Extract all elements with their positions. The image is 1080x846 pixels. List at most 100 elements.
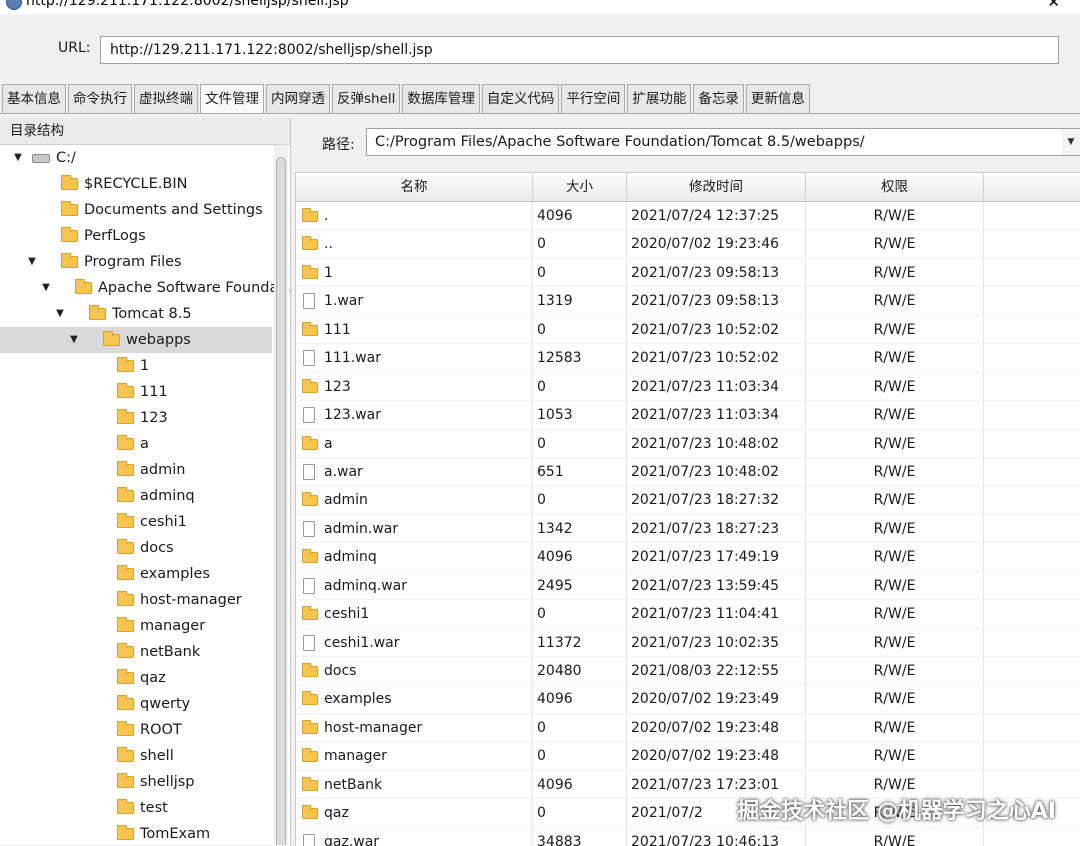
column-header-name[interactable]: 名称 <box>296 173 533 201</box>
path-combobox[interactable]: C:/Program Files/Apache Software Foundat… <box>366 128 1080 156</box>
tree-item[interactable]: a <box>0 431 290 457</box>
tree-item[interactable]: test <box>0 795 290 821</box>
tree-item[interactable]: PerfLogs <box>0 223 290 249</box>
table-row[interactable]: admin 0 2021/07/23 18:27:32 R/W/E <box>296 486 1080 515</box>
table-row[interactable]: 123 0 2021/07/23 11:03:34 R/W/E <box>296 372 1080 402</box>
tree-item[interactable]: ROOT <box>0 717 290 743</box>
table-row[interactable]: 1 0 2021/07/23 09:58:13 R/W/E <box>296 258 1080 288</box>
tree-item[interactable]: TomExam <box>0 821 290 845</box>
file-permission-cell: R/W/E <box>806 827 984 846</box>
tree-item[interactable]: qaz <box>0 665 290 691</box>
expand-arrow-icon[interactable]: ▼ <box>26 249 38 275</box>
tree-item[interactable]: ▼ Tomcat 8.5 <box>0 301 290 327</box>
drive-icon <box>32 154 50 163</box>
watermark: 掘金技术社区 @机器学习之心AI <box>737 799 1056 824</box>
table-row[interactable]: 123.war 1053 2021/07/23 11:03:34 R/W/E <box>296 401 1080 430</box>
tab-2[interactable]: 虚拟终端 <box>134 84 198 113</box>
window-title: http://129.211.171.122:8002/shelljsp/she… <box>26 0 349 9</box>
tree-scrollbar-thumb[interactable] <box>276 157 286 845</box>
tree-item[interactable]: docs <box>0 535 290 561</box>
expand-arrow-icon[interactable]: ▼ <box>68 327 80 353</box>
file-name-cell: . <box>296 202 533 230</box>
window-titlebar: http://129.211.171.122:8002/shelljsp/she… <box>0 0 1080 14</box>
table-row[interactable]: adminq.war 2495 2021/07/23 13:59:45 R/W/E <box>296 571 1080 601</box>
expand-arrow-icon[interactable]: ▼ <box>54 301 66 327</box>
tree-item[interactable]: shelljsp <box>0 769 290 795</box>
blank-cell <box>984 259 1080 287</box>
tab-3[interactable]: 文件管理 <box>200 84 264 114</box>
folder-icon <box>117 721 134 736</box>
tree-item[interactable]: ceshi1 <box>0 509 290 535</box>
table-row[interactable]: host-manager 0 2020/07/02 19:23:48 R/W/E <box>296 713 1080 743</box>
column-header-mtime[interactable]: 修改时间 <box>627 173 806 201</box>
table-row[interactable]: admin.war 1342 2021/07/23 18:27:23 R/W/E <box>296 514 1080 544</box>
file-size-cell: 2495 <box>533 571 627 600</box>
table-row[interactable]: examples 4096 2020/07/02 19:23:49 R/W/E <box>296 685 1080 714</box>
tab-9[interactable]: 扩展功能 <box>627 84 692 113</box>
tree-item[interactable]: host-manager <box>0 587 290 613</box>
tree-item[interactable]: examples <box>0 561 290 587</box>
tab-1[interactable]: 命令执行 <box>68 84 132 113</box>
tree-item-label: shelljsp <box>140 774 195 790</box>
table-row[interactable]: 111.war 12583 2021/07/23 10:52:02 R/W/E <box>296 344 1080 373</box>
file-mtime-cell: 2020/07/02 19:23:46 <box>627 230 806 259</box>
table-row[interactable]: ceshi1.war 11372 2021/07/23 10:02:35 R/W/E <box>296 628 1080 657</box>
tree-item[interactable]: qwerty <box>0 691 290 717</box>
tab-6[interactable]: 数据库管理 <box>402 84 480 113</box>
tree-item[interactable]: adminq <box>0 483 290 509</box>
tab-4[interactable]: 内网穿透 <box>266 84 330 113</box>
folder-icon <box>302 264 318 279</box>
table-row[interactable]: qaz.war 34883 2021/07/23 10:46:13 R/W/E <box>296 827 1080 846</box>
column-header-permission[interactable]: 权限 <box>806 173 984 201</box>
folder-icon <box>117 435 134 450</box>
column-header-size[interactable]: 大小 <box>533 173 627 201</box>
file-name-cell: adminq <box>296 543 533 572</box>
tree-item[interactable]: shell <box>0 743 290 769</box>
tree-item[interactable]: Documents and Settings <box>0 197 290 223</box>
file-icon <box>303 293 315 310</box>
tree-item[interactable]: 123 <box>0 405 290 431</box>
file-icon <box>303 407 315 424</box>
file-permission-cell: R/W/E <box>806 429 984 458</box>
tree-item[interactable]: manager <box>0 613 290 639</box>
tab-10[interactable]: 备忘录 <box>693 84 744 113</box>
tree-item[interactable]: $RECYCLE.BIN <box>0 171 290 197</box>
file-mtime-cell: 2020/07/02 19:23:48 <box>627 713 806 742</box>
file-name-cell: 111.war <box>296 344 533 373</box>
tree-item[interactable]: ▼ webapps <box>0 327 272 353</box>
table-row[interactable]: . 4096 2021/07/24 12:37:25 R/W/E <box>296 202 1080 231</box>
tab-8[interactable]: 平行空间 <box>561 84 626 113</box>
table-row[interactable]: 111 0 2021/07/23 10:52:02 R/W/E <box>296 315 1080 345</box>
expand-arrow-icon[interactable]: ▼ <box>40 275 52 301</box>
tree-item[interactable]: ▼ Program Files <box>0 249 290 275</box>
tree-scrollbar[interactable] <box>274 145 288 845</box>
tab-0[interactable]: 基本信息 <box>2 84 66 113</box>
table-row[interactable]: docs 20480 2021/08/03 22:12:55 R/W/E <box>296 657 1080 686</box>
blank-cell <box>984 458 1080 486</box>
url-input[interactable] <box>100 36 1059 64</box>
tree-item[interactable]: 1 <box>0 353 290 379</box>
tab-5[interactable]: 反弹shell <box>332 84 401 113</box>
table-row[interactable]: a 0 2021/07/23 10:48:02 R/W/E <box>296 429 1080 458</box>
table-row[interactable]: 1.war 1319 2021/07/23 09:58:13 R/W/E <box>296 287 1080 316</box>
tree-item[interactable]: 111 <box>0 379 290 405</box>
tree-item[interactable]: admin <box>0 457 290 483</box>
table-row[interactable]: a.war 651 2021/07/23 10:48:02 R/W/E <box>296 457 1080 487</box>
table-row[interactable]: ceshi1 0 2021/07/23 11:04:41 R/W/E <box>296 600 1080 629</box>
table-row[interactable]: adminq 4096 2021/07/23 17:49:19 R/W/E <box>296 543 1080 572</box>
blank-cell <box>984 629 1080 657</box>
chevron-down-icon[interactable]: ▼ <box>1062 129 1080 155</box>
tree-item-label: qaz <box>140 670 166 686</box>
file-name: a.war <box>324 463 363 480</box>
expand-arrow-icon[interactable]: ▼ <box>12 145 24 171</box>
table-row[interactable]: manager 0 2020/07/02 19:23:48 R/W/E <box>296 742 1080 771</box>
tree-item[interactable]: ▼ Apache Software Foundati... <box>0 275 290 301</box>
tree-item[interactable]: netBank <box>0 639 290 665</box>
file-mtime-cell: 2021/07/23 10:48:02 <box>627 429 806 458</box>
path-label: 路径: <box>322 137 355 153</box>
tree-item[interactable]: ▼ C:/ <box>0 145 290 171</box>
tab-7[interactable]: 自定义代码 <box>481 84 560 113</box>
table-row[interactable]: .. 0 2020/07/02 19:23:46 R/W/E <box>296 230 1080 259</box>
tab-11[interactable]: 更新信息 <box>745 84 810 113</box>
close-icon[interactable]: ✕ <box>1047 0 1060 11</box>
